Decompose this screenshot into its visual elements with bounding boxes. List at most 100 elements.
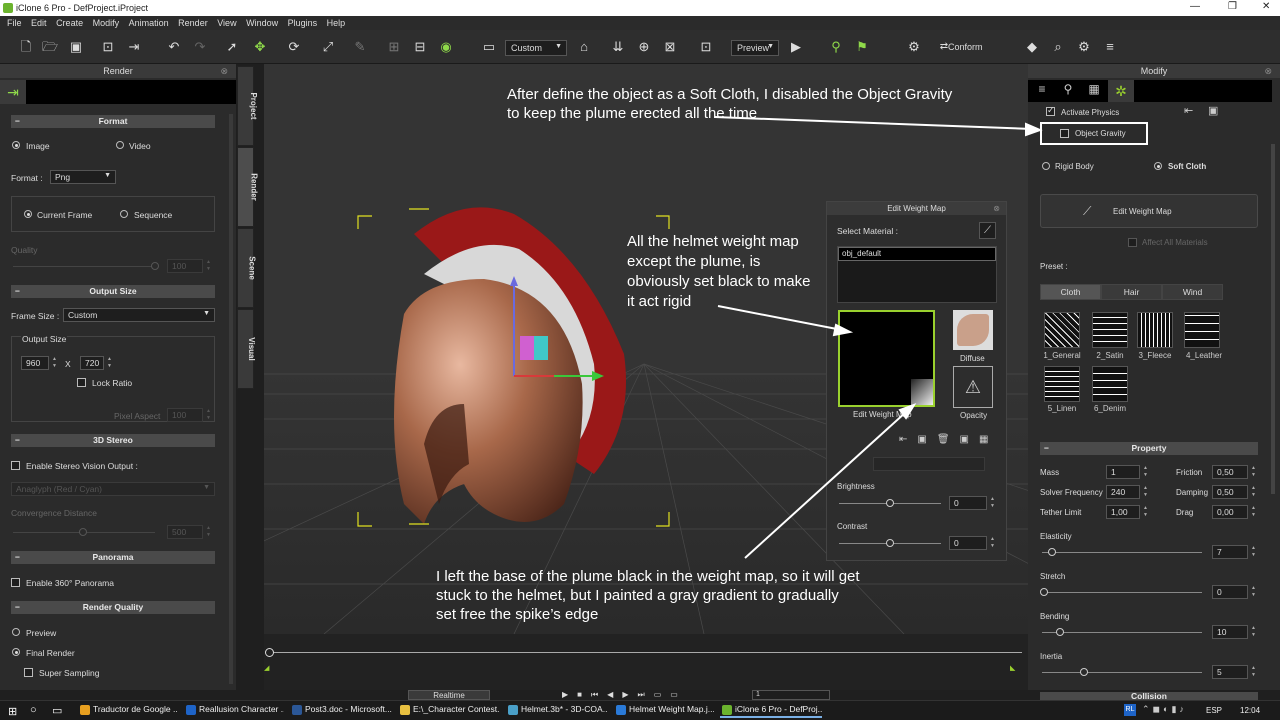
preset-general-icon[interactable] xyxy=(1044,312,1080,348)
quality-slider-knob[interactable] xyxy=(151,262,159,270)
menu-animation[interactable]: Animation xyxy=(129,16,169,30)
convergence-slider[interactable] xyxy=(13,528,155,536)
menu-window[interactable]: Window xyxy=(246,16,278,30)
preview-radio[interactable] xyxy=(12,628,20,636)
tab-attributes-icon[interactable]: ≡ xyxy=(1032,82,1052,100)
preset-leather-icon[interactable] xyxy=(1184,312,1220,348)
search-icon[interactable]: ⌕ xyxy=(1050,39,1066,55)
quality-slider[interactable] xyxy=(13,262,159,270)
taskbar-item-3dcoat[interactable]: Helmet.3b* - 3D-COA... xyxy=(506,704,608,718)
final-render-radio[interactable] xyxy=(12,648,20,656)
width-field[interactable]: 960 xyxy=(21,356,49,370)
convergence-spinner[interactable]: ▲ ▼ xyxy=(204,525,213,539)
brightness-field[interactable]: 0 xyxy=(949,496,987,510)
render-quality-section-header[interactable]: − Render Quality xyxy=(11,601,215,614)
anaglyph-select[interactable]: Anaglyph (Red / Cyan) ▼ xyxy=(11,482,215,496)
stretch-slider[interactable] xyxy=(1040,588,1202,596)
opacity-warning-icon[interactable]: ⚠ xyxy=(953,366,993,408)
playback-controls[interactable]: ▶■⏮◀▶⏭▭▭ xyxy=(562,690,687,700)
preset-linen-icon[interactable] xyxy=(1044,366,1080,402)
video-radio[interactable] xyxy=(116,141,124,149)
damping-field[interactable]: 0,50 xyxy=(1212,485,1248,499)
menu-modify[interactable]: Modify xyxy=(93,16,120,30)
tab-render[interactable]: Render xyxy=(237,147,258,227)
close-icon[interactable]: ✕ xyxy=(1262,1,1270,12)
weight-map-tool-icons[interactable]: ⇤▣🗑▣▦ xyxy=(899,434,998,445)
taskbar-item-explorer[interactable]: E:\_Character Contest... xyxy=(398,704,500,718)
quality-field[interactable]: 100 xyxy=(167,259,203,273)
list-icon[interactable]: ≡ xyxy=(1102,39,1118,55)
preset-tab-wind[interactable]: Wind xyxy=(1162,284,1223,300)
contrast-spinner[interactable]: ▲ ▼ xyxy=(988,536,997,550)
elasticity-knob[interactable] xyxy=(1048,548,1056,556)
rotate-icon[interactable]: ⟳ xyxy=(286,39,302,55)
physics-save-icon[interactable]: ▣ xyxy=(1208,104,1218,117)
super-sampling-checkbox[interactable] xyxy=(24,668,33,677)
inertia-spinner[interactable]: ▲ ▼ xyxy=(1249,665,1258,679)
tab-visual[interactable]: Visual xyxy=(237,309,256,389)
soft-cloth-radio[interactable] xyxy=(1154,162,1162,170)
zoom-extent-icon[interactable]: ⇊ xyxy=(610,39,626,55)
zoom-selected-icon[interactable]: ⊕ xyxy=(636,39,652,55)
tab-project[interactable]: Project xyxy=(237,66,258,146)
realtime-button-visible[interactable]: Realtime xyxy=(408,690,490,700)
material-list[interactable]: obj_default xyxy=(837,246,997,303)
tray-icons[interactable]: ⌃◼◐▮♪ xyxy=(1142,704,1187,715)
video-camera-icon[interactable]: ▶ xyxy=(788,39,804,55)
home-icon[interactable]: ⌂ xyxy=(576,39,592,55)
taskbar-item-iclone[interactable]: iClone 6 Pro - DefProj... xyxy=(720,704,822,718)
select-arrow-icon[interactable]: ➚ xyxy=(224,39,240,55)
tether-limit-field[interactable]: 1,00 xyxy=(1106,505,1140,519)
elasticity-field[interactable]: 7 xyxy=(1212,545,1248,559)
solver-frequency-field[interactable]: 240 xyxy=(1106,485,1140,499)
preset-denim-icon[interactable] xyxy=(1092,366,1128,402)
drag-field[interactable]: 0,00 xyxy=(1212,505,1248,519)
close-panel-icon[interactable]: ⊗ xyxy=(1264,64,1272,78)
convergence-slider-knob[interactable] xyxy=(79,528,87,536)
preset-tab-cloth[interactable]: Cloth xyxy=(1040,284,1101,300)
height-field[interactable]: 720 xyxy=(80,356,104,370)
format-section-header[interactable]: − Format xyxy=(11,115,215,128)
solver-frequency-spinner[interactable]: ▲ ▼ xyxy=(1141,485,1150,499)
convergence-field[interactable]: 500 xyxy=(167,525,203,539)
tab-scene[interactable]: Scene xyxy=(237,228,256,308)
bending-slider[interactable] xyxy=(1042,628,1202,636)
task-view-icon[interactable]: ▭ xyxy=(52,704,62,717)
menu-create[interactable]: Create xyxy=(56,16,83,30)
menu-file[interactable]: File xyxy=(7,16,22,30)
visibility-eye-icon[interactable]: ◉ xyxy=(438,39,454,55)
diamond-icon[interactable]: ◆ xyxy=(1024,39,1040,55)
bending-field[interactable]: 10 xyxy=(1212,625,1248,639)
panorama-checkbox[interactable] xyxy=(11,578,20,587)
motion-icon[interactable]: ⚲ xyxy=(828,39,844,55)
undo-icon[interactable]: ↶ xyxy=(166,39,182,55)
settings-icon[interactable]: ⚙ xyxy=(1076,39,1092,55)
stereo-checkbox[interactable] xyxy=(11,461,20,470)
elasticity-slider[interactable] xyxy=(1042,548,1202,556)
format-select[interactable]: Png ▼ xyxy=(50,170,116,184)
screen-icon[interactable]: ▭ xyxy=(481,39,497,55)
open-folder-icon[interactable]: 🗁 xyxy=(42,39,58,55)
material-item[interactable]: obj_default xyxy=(838,247,996,261)
eyedropper-icon[interactable]: ⟋ xyxy=(979,222,996,239)
new-file-icon[interactable]: 🗋 xyxy=(18,39,34,55)
menu-view[interactable]: View xyxy=(217,16,236,30)
minimize-icon[interactable]: — xyxy=(1190,1,1200,12)
contrast-field[interactable]: 0 xyxy=(949,536,987,550)
save-icon[interactable]: ▣ xyxy=(68,39,84,55)
close-panel-icon[interactable]: ⊗ xyxy=(220,64,228,78)
mass-spinner[interactable]: ▲ ▼ xyxy=(1141,465,1150,479)
search-icon[interactable]: ○ xyxy=(30,704,37,716)
bending-spinner[interactable]: ▲ ▼ xyxy=(1249,625,1258,639)
object-gravity-checkbox[interactable] xyxy=(1060,129,1069,138)
lock-ratio-checkbox[interactable] xyxy=(77,378,86,387)
bending-knob[interactable] xyxy=(1056,628,1064,636)
menu-plugins[interactable]: Plugins xyxy=(288,16,318,30)
frame-size-select[interactable]: Custom ▼ xyxy=(63,308,215,322)
taskbar-item-translator[interactable]: Traductor de Google ... xyxy=(78,704,178,718)
activate-physics-checkbox[interactable] xyxy=(1046,105,1055,116)
affect-all-checkbox[interactable] xyxy=(1128,238,1137,247)
tab-material-icon[interactable]: ▦ xyxy=(1084,82,1104,100)
tab-physics-icon[interactable]: ✲ xyxy=(1108,80,1134,102)
menu-help[interactable]: Help xyxy=(327,16,346,30)
